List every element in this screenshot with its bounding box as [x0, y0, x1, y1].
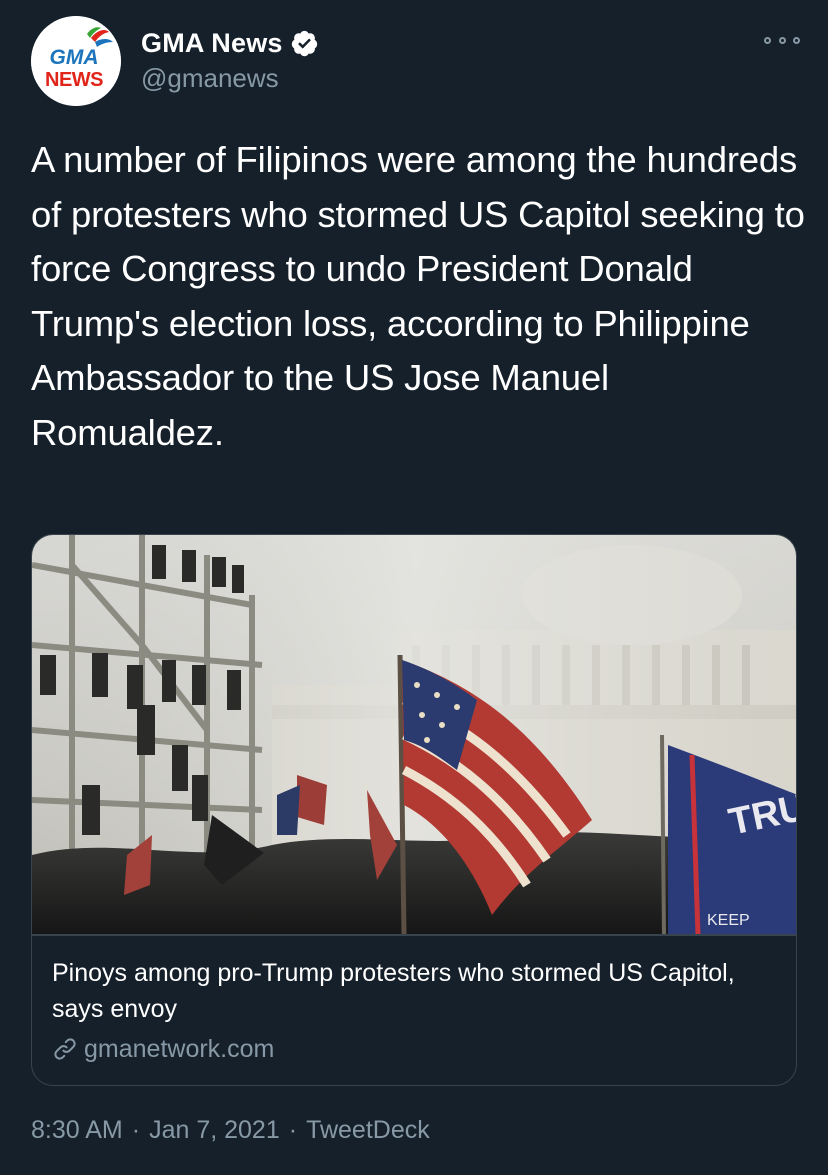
- link-icon: [54, 1038, 76, 1060]
- tweet-meta: 8:30 AM · Jan 7, 2021 · TweetDeck: [31, 1116, 430, 1145]
- meta-separator: ·: [131, 1116, 141, 1144]
- more-options-icon: [793, 36, 800, 44]
- svg-text:KEEP: KEEP: [707, 912, 750, 929]
- card-domain-row: gmanetwork.com: [52, 1032, 274, 1066]
- more-options-icon: [778, 36, 786, 44]
- gma-news-logo: GMA NEWS: [31, 16, 121, 106]
- display-name[interactable]: GMA News: [141, 28, 283, 59]
- link-card[interactable]: TRU KEEP Pinoys among pro-Trump proteste…: [31, 534, 797, 1086]
- card-title: Pinoys among pro-Trump protesters who st…: [52, 959, 735, 1023]
- tweet-source[interactable]: TweetDeck: [306, 1116, 430, 1145]
- svg-text:GMA: GMA: [50, 46, 99, 69]
- author-row[interactable]: GMA News: [141, 26, 319, 60]
- card-divider: [32, 934, 796, 936]
- tweet-text: A number of Filipinos were among the hun…: [31, 139, 805, 453]
- more-options-button[interactable]: [764, 28, 800, 52]
- meta-separator: ·: [288, 1116, 298, 1144]
- more-options-icon: [764, 36, 771, 44]
- tweet-date[interactable]: Jan 7, 2021: [149, 1116, 280, 1145]
- card-domain: gmanetwork.com: [84, 1034, 275, 1063]
- svg-text:NEWS: NEWS: [45, 69, 103, 91]
- tweet-time[interactable]: 8:30 AM: [31, 1116, 123, 1145]
- card-image: TRU KEEP: [32, 535, 796, 935]
- user-handle[interactable]: @gmanews: [141, 63, 279, 94]
- verified-badge-icon: [291, 30, 317, 56]
- avatar[interactable]: GMA NEWS: [31, 16, 121, 106]
